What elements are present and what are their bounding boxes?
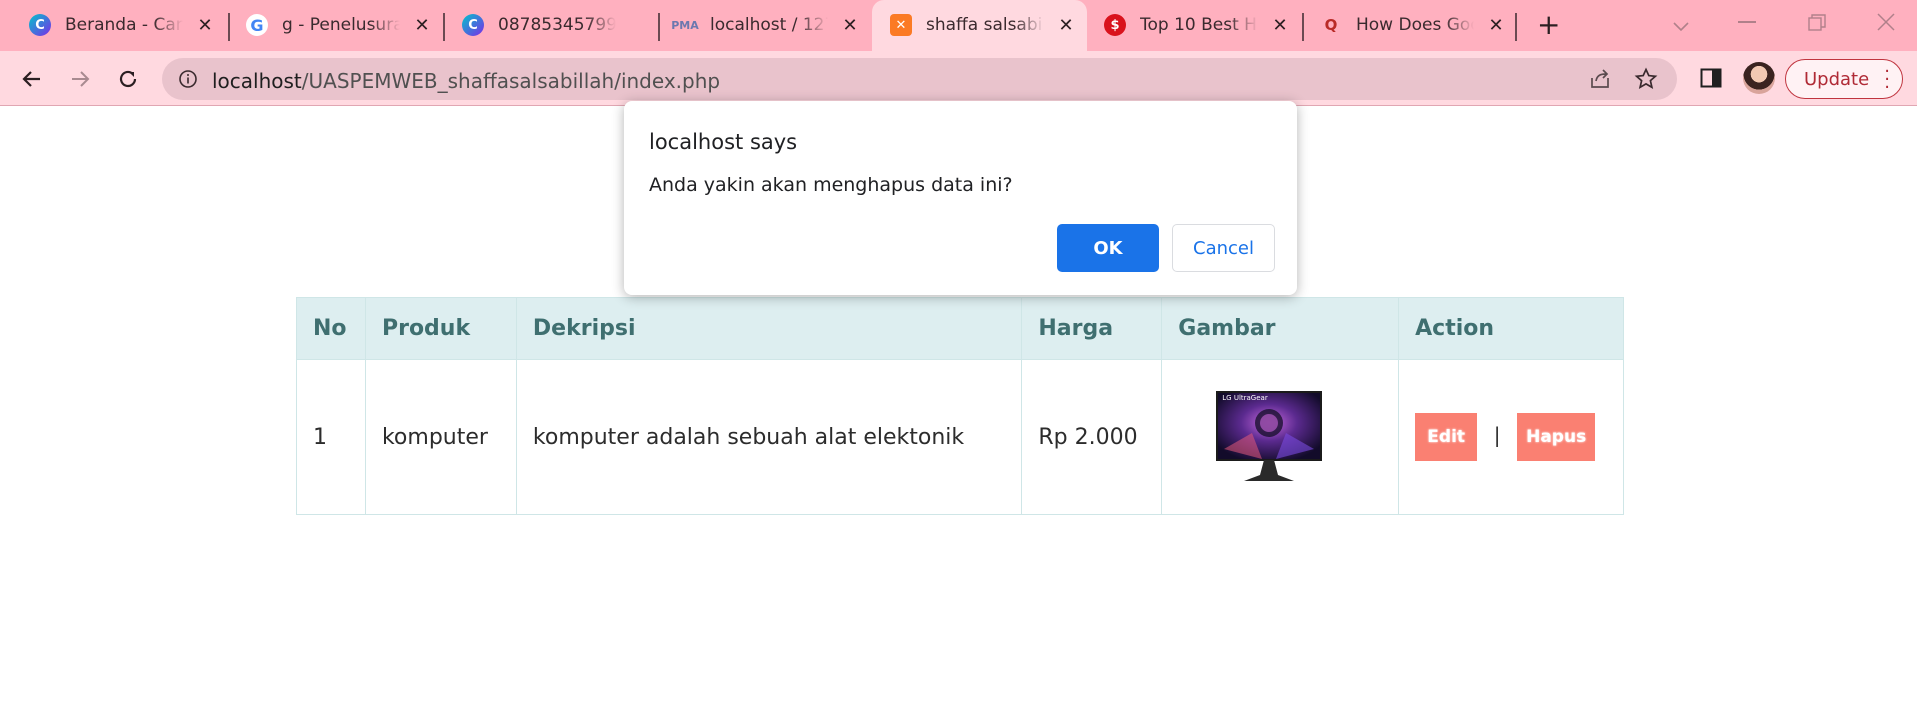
tab-canva-number[interactable]: C 087853457998 (462, 9, 648, 41)
tab-separator (1302, 13, 1304, 41)
hapus-button[interactable]: Hapus (1517, 413, 1596, 461)
forward-arrow-icon[interactable] (64, 63, 96, 95)
cell-no: 1 (296, 359, 366, 515)
table-header-row: No Produk Dekripsi Harga Gambar Action (296, 297, 1624, 360)
site-info-icon[interactable] (178, 69, 198, 89)
header-produk: Produk (364, 297, 517, 360)
canva-icon: C (29, 14, 51, 36)
browser-toolbar: localhost/UASPEMWEB_shaffasalsabillah/in… (0, 51, 1917, 106)
cell-harga: Rp 2.000 (1021, 359, 1163, 515)
dollar-icon: $ (1104, 14, 1126, 36)
more-menu-icon[interactable]: · · · (1884, 63, 1890, 97)
tab-google-search[interactable]: G g - Penelusuran Google ✕ (246, 9, 432, 41)
tab-shaffa-active[interactable]: ✕ shaffa salsabillah ✕ (890, 9, 1076, 41)
url-path: /UASPEMWEB_shaffasalsabillah/index.php (301, 69, 721, 93)
close-icon[interactable]: ✕ (1270, 15, 1290, 36)
canva-icon: C (462, 14, 484, 36)
new-tab-plus-icon[interactable]: + (1537, 11, 1560, 39)
tab-separator (658, 13, 660, 41)
tab-title: g - Penelusuran Google (282, 15, 400, 35)
tab-strip: C Beranda - Canva ✕ G g - Penelusuran Go… (0, 0, 1917, 51)
header-action: Action (1398, 297, 1624, 360)
address-bar[interactable]: localhost/UASPEMWEB_shaffasalsabillah/in… (162, 58, 1677, 100)
action-separator: | (1493, 423, 1501, 447)
update-label: Update (1804, 68, 1870, 90)
close-icon[interactable]: ✕ (195, 15, 215, 36)
dialog-title: localhost says (649, 130, 798, 154)
close-icon[interactable]: ✕ (412, 15, 432, 36)
minimize-icon[interactable] (1738, 21, 1756, 23)
product-table: No Produk Dekripsi Harga Gambar Action 1… (296, 297, 1624, 515)
bookmark-star-icon[interactable] (1634, 67, 1658, 91)
tab-title: How Does Goo (1356, 15, 1474, 35)
cell-action: Edit | Hapus (1398, 359, 1624, 515)
close-icon[interactable]: ✕ (840, 15, 860, 36)
cell-gambar: LG UltraGear (1161, 359, 1400, 515)
window-close-icon[interactable] (1876, 12, 1896, 32)
cell-deskripsi: komputer adalah sebuah alat elektonik (515, 359, 1023, 515)
url-text[interactable]: localhost/UASPEMWEB_shaffasalsabillah/in… (212, 69, 720, 93)
product-image: LG UltraGear (1214, 389, 1324, 485)
share-icon[interactable] (1588, 68, 1612, 90)
restore-icon[interactable] (1808, 14, 1826, 32)
tab-search-chevron-down-icon[interactable] (1669, 14, 1693, 38)
cancel-button[interactable]: Cancel (1172, 224, 1275, 272)
header-gambar: Gambar (1161, 297, 1400, 360)
confirm-dialog: localhost says Anda yakin akan menghapus… (624, 101, 1297, 295)
edit-button[interactable]: Edit (1415, 413, 1478, 461)
tab-top-10[interactable]: $ Top 10 Best Ho ✕ (1104, 9, 1290, 41)
tab-title: localhost / 127.0.0.1 (710, 15, 828, 35)
dialog-message: Anda yakin akan menghapus data ini? (649, 174, 1013, 196)
xampp-icon: ✕ (890, 14, 912, 36)
tab-phpmyadmin[interactable]: PMA localhost / 127.0.0.1 ✕ (671, 9, 860, 41)
url-host: localhost (212, 69, 302, 93)
header-deskripsi: Dekripsi (515, 297, 1023, 360)
tab-how-does[interactable]: Q How Does Goo ✕ (1320, 9, 1506, 41)
google-icon: G (246, 14, 268, 36)
table-row: 1 komputer komputer adalah sebuah alat e… (296, 359, 1624, 515)
quora-icon: Q (1324, 16, 1338, 34)
cell-produk: komputer (364, 359, 517, 515)
ok-button[interactable]: OK (1057, 224, 1159, 272)
tab-separator (228, 13, 230, 41)
monitor-brand-text: LG UltraGear (1222, 394, 1268, 402)
tab-title: Top 10 Best Ho (1140, 15, 1258, 35)
close-icon[interactable]: ✕ (1056, 15, 1076, 36)
tab-canva-home[interactable]: C Beranda - Canva ✕ (29, 9, 215, 41)
side-panel-icon[interactable] (1700, 68, 1722, 88)
profile-avatar[interactable] (1743, 62, 1775, 94)
header-harga: Harga (1021, 297, 1163, 360)
tab-title: shaffa salsabillah (926, 15, 1044, 35)
tab-title: 087853457998 (498, 15, 616, 35)
reload-icon[interactable] (112, 63, 144, 95)
close-icon[interactable]: ✕ (1486, 15, 1506, 36)
tab-separator (1515, 13, 1517, 41)
tab-separator (443, 13, 445, 41)
back-arrow-icon[interactable] (16, 63, 48, 95)
header-no: No (296, 297, 366, 360)
tab-title: Beranda - Canva (65, 15, 183, 35)
phpmyadmin-icon: PMA (671, 18, 699, 32)
update-button[interactable]: Update · · · (1785, 59, 1903, 99)
